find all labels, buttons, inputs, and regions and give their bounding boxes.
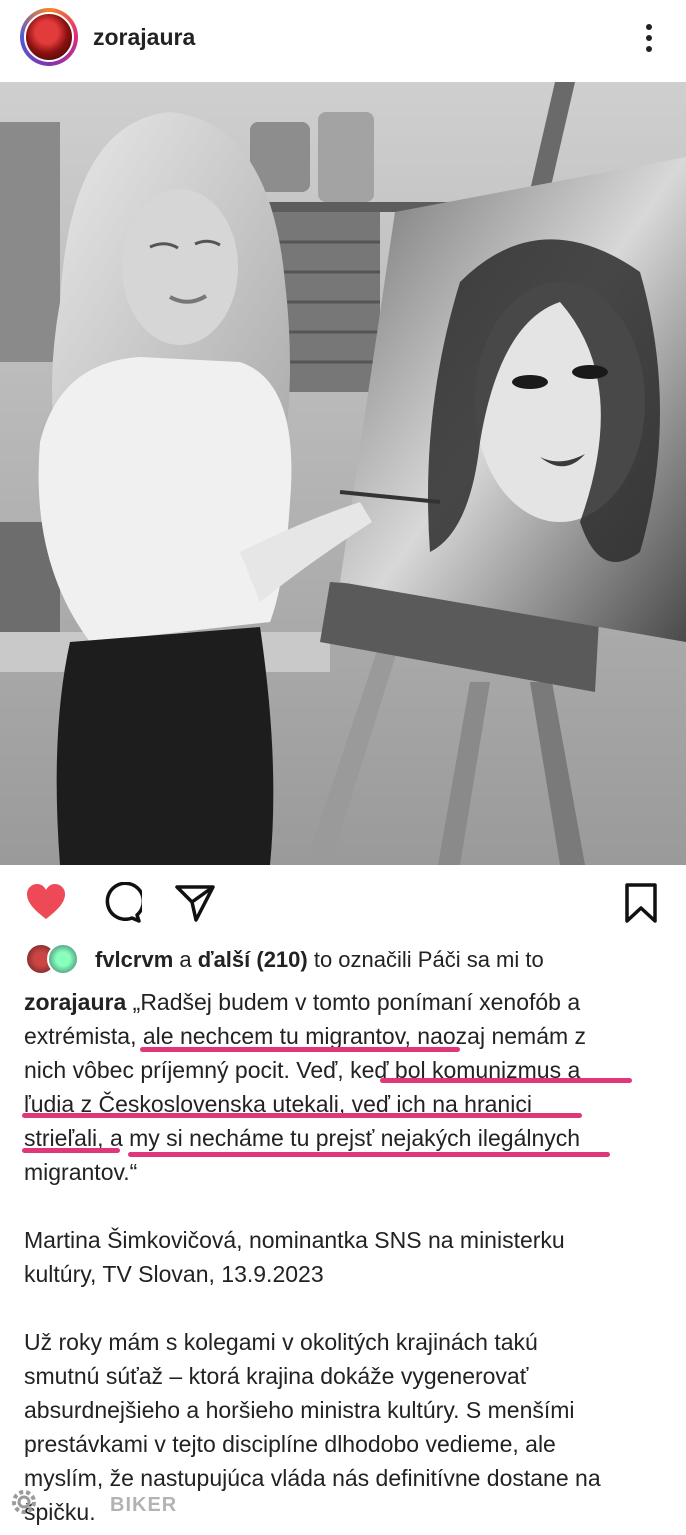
post-actions bbox=[0, 870, 686, 930]
avatar-image bbox=[24, 12, 74, 62]
commentary-line: smutnú súťaž – ktorá krajina dokáže vyge… bbox=[24, 1363, 529, 1389]
gear-icon bbox=[12, 1490, 36, 1514]
painting-photo bbox=[0, 82, 686, 865]
caption-line: migrantov.“ bbox=[24, 1159, 138, 1185]
profile-avatar[interactable] bbox=[20, 8, 78, 66]
caption-text: „Radšej budem v tomto ponímaní xenofób a bbox=[126, 989, 581, 1015]
commentary-line: prestávkami v tejto disciplíne dlhodobo … bbox=[24, 1431, 556, 1457]
commentary-line: Už roky mám s kolegami v okolitých kraji… bbox=[24, 1329, 538, 1355]
comment-icon[interactable] bbox=[100, 882, 142, 924]
commentary-line: myslím, že nastupujúca vláda nás definit… bbox=[24, 1465, 601, 1491]
watermark: BIKER bbox=[110, 1494, 178, 1516]
likes-suffix: to označili Páči sa mi to bbox=[307, 947, 544, 972]
commentary-line: absurdnejšieho a horšieho ministra kultú… bbox=[24, 1397, 575, 1423]
post-username[interactable]: zorajaura bbox=[93, 24, 195, 51]
attribution-line: kultúry, TV Slovan, 13.9.2023 bbox=[24, 1261, 324, 1287]
highlight-underline bbox=[128, 1152, 610, 1157]
likes-others[interactable]: ďalší (210) bbox=[198, 947, 308, 972]
post-header: zorajaura bbox=[0, 0, 686, 80]
post-caption: zorajaura „Radšej budem v tomto ponímaní… bbox=[24, 985, 664, 1529]
caption-line: zorajaura „Radšej budem v tomto ponímaní… bbox=[24, 985, 664, 1019]
highlight-underline bbox=[22, 1148, 120, 1153]
bookmark-icon[interactable] bbox=[620, 882, 662, 924]
highlight-underline bbox=[380, 1078, 632, 1083]
highlight-underline bbox=[140, 1047, 460, 1052]
liker-avatar bbox=[47, 943, 79, 975]
likes-summary[interactable]: fvlcrvm a ďalší (210) to označili Páči s… bbox=[25, 943, 665, 977]
highlight-underline bbox=[22, 1113, 582, 1118]
share-icon[interactable] bbox=[174, 882, 216, 924]
liker-username[interactable]: fvlcrvm bbox=[95, 947, 173, 972]
attribution-line: Martina Šimkovičová, nominantka SNS na m… bbox=[24, 1227, 565, 1253]
post-photo[interactable] bbox=[0, 82, 686, 865]
heart-icon[interactable] bbox=[25, 882, 67, 924]
caption-line: strieľali, a my si necháme tu prejsť nej… bbox=[24, 1125, 581, 1151]
likes-text: fvlcrvm a ďalší (210) to označili Páči s… bbox=[95, 947, 544, 973]
likes-conj: a bbox=[173, 947, 198, 972]
more-vertical-icon[interactable] bbox=[636, 20, 662, 56]
attribution: Martina Šimkovičová, nominantka SNS na m… bbox=[24, 1223, 664, 1291]
caption-username[interactable]: zorajaura bbox=[24, 989, 126, 1015]
